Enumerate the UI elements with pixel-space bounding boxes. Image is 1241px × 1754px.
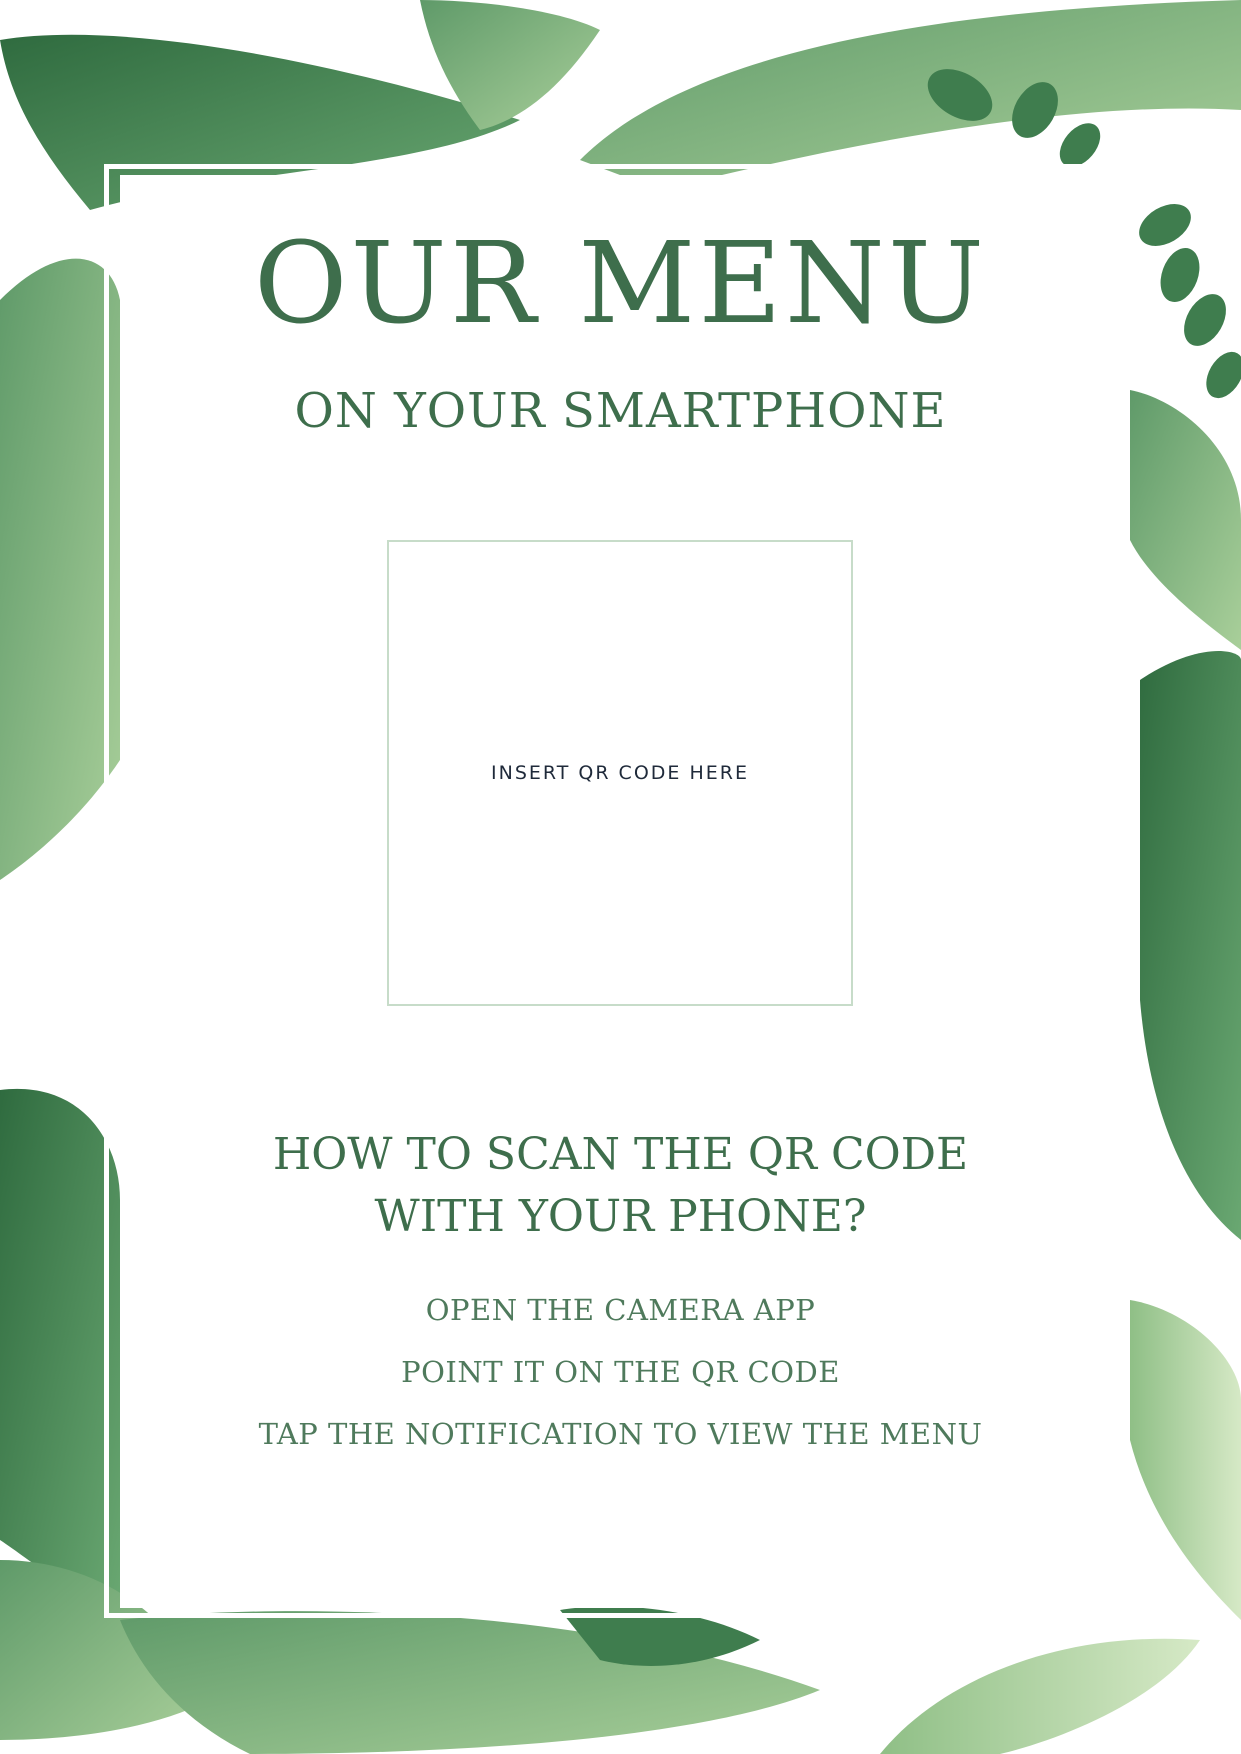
qr-placeholder-label: INSERT QR CODE HERE (491, 762, 749, 784)
leaf-top-right (580, 0, 1241, 190)
qr-code-placeholder: INSERT QR CODE HERE (387, 540, 853, 1006)
leaf-bottom-right (880, 1638, 1200, 1754)
step-3: TAP THE NOTIFICATION TO VIEW THE MENU (258, 1417, 983, 1451)
howto-line-1: HOW TO SCAN THE QR CODE (272, 1129, 969, 1180)
step-1: OPEN THE CAMERA APP (425, 1293, 816, 1327)
howto-heading: HOW TO SCAN THE QR CODE WITH YOUR PHONE? (0, 1124, 1241, 1248)
leaf-right-3 (1130, 1300, 1241, 1620)
page-subtitle: ON YOUR SMARTPHONE (294, 383, 947, 439)
step-2: POINT IT ON THE QR CODE (401, 1355, 840, 1389)
page-title: OUR MENU (253, 219, 988, 349)
howto-line-2: WITH YOUR PHONE? (374, 1191, 867, 1242)
leaf-left (0, 258, 120, 880)
